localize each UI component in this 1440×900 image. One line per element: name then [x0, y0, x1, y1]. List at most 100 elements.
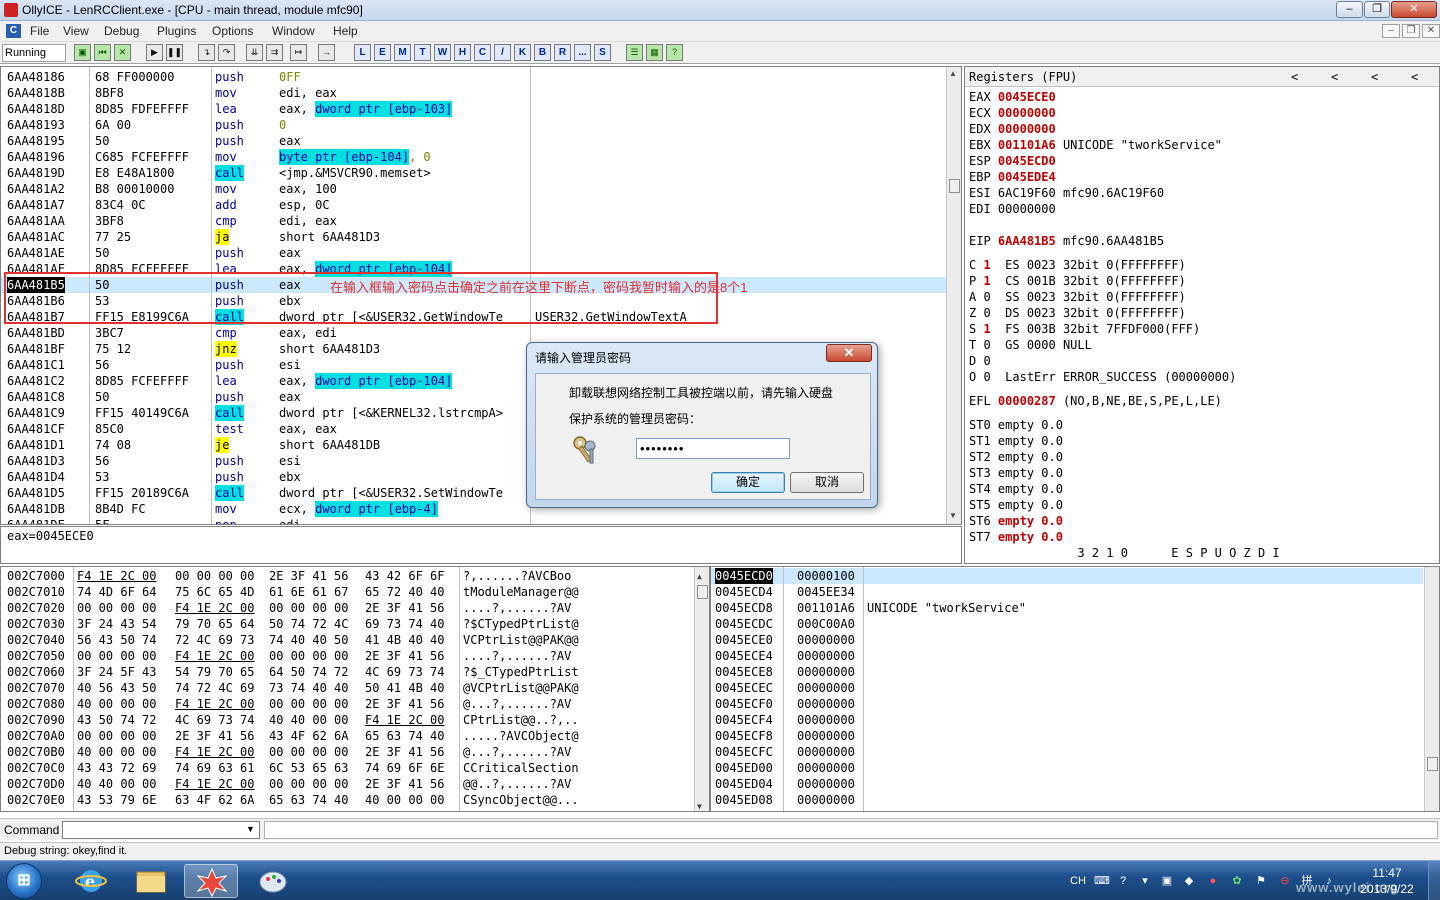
run-icon[interactable]: ▶: [146, 44, 163, 61]
stack-row[interactable]: 0045ECF0 00000000: [711, 696, 1423, 712]
stack-row[interactable]: 0045ED04 00000000: [711, 776, 1423, 792]
disasm-row[interactable]: 6AA4818B 8BF8 mov edi, eax: [1, 85, 947, 101]
mdi-minimize-button[interactable]: –: [1382, 24, 1400, 38]
disasm-row[interactable]: 6AA48193 6A 00 push 0: [1, 117, 947, 133]
scroll-thumb[interactable]: [949, 179, 960, 193]
stack-row[interactable]: 0045ECE0 00000000: [711, 632, 1423, 648]
keyboard-icon[interactable]: ⌨: [1094, 874, 1110, 888]
handles-button[interactable]: H: [454, 44, 471, 61]
stack-row[interactable]: 0045ECD8 001101A6 UNICODE "tworkService": [711, 600, 1423, 616]
stack-pane[interactable]: 0045ECD0 00000100 0045ECD4 0045EE34 0045ECD8…: [710, 566, 1440, 812]
chevron-down-icon[interactable]: ▼: [243, 822, 258, 837]
register-line[interactable]: A 0 SS 0023 32bit 0(FFFFFFFF): [969, 289, 1186, 305]
stack-scrollbar[interactable]: [1424, 567, 1439, 811]
disasm-row[interactable]: 6AA48186 68 FF000000 push 0FF: [1, 69, 947, 85]
goto-icon[interactable]: →: [318, 44, 335, 61]
menu-file[interactable]: File: [30, 24, 49, 38]
prev-view-icon[interactable]: <: [1291, 69, 1298, 85]
register-line[interactable]: ECX 00000000: [969, 105, 1063, 121]
stack-row[interactable]: 0045ECF8 00000000: [711, 728, 1423, 744]
stack-row[interactable]: 0045ECE4 00000000: [711, 648, 1423, 664]
disasm-row[interactable]: 6AA481AA 3BF8 cmp edi, eax: [1, 213, 947, 229]
register-line[interactable]: EDI 00000000: [969, 201, 1063, 217]
stack-row[interactable]: 0045ECDC 000C00A0: [711, 616, 1423, 632]
memory-button[interactable]: M: [394, 44, 411, 61]
taskbar-ie[interactable]: e: [64, 864, 118, 898]
disasm-row[interactable]: 6AA48196 C685 FCFEFFFF mov byte ptr [ebp-10…: [1, 149, 947, 165]
register-line[interactable]: [969, 217, 983, 233]
minimize-button[interactable]: –: [1336, 1, 1363, 18]
stack-row[interactable]: 0045ECF4 00000000: [711, 712, 1423, 728]
threads-button[interactable]: T: [414, 44, 431, 61]
maximize-button[interactable]: ❐: [1364, 1, 1390, 18]
stack-row[interactable]: 0045ECEC 00000000: [711, 680, 1423, 696]
call-stack-button[interactable]: K: [514, 44, 531, 61]
step-into-icon[interactable]: ↴: [198, 44, 215, 61]
ok-button[interactable]: 确定: [711, 472, 785, 493]
network-icon[interactable]: ▣: [1160, 874, 1174, 888]
tray-arrow-icon[interactable]: ▾: [1138, 874, 1152, 888]
register-line[interactable]: ESI 6AC19F60 mfc90.6AC19F60: [969, 185, 1164, 201]
disasm-row[interactable]: 6AA481AC 77 25 ja short 6AA481D3: [1, 229, 947, 245]
fpu-register[interactable]: ST5 empty 0.0: [969, 497, 1063, 513]
register-line[interactable]: ESP 0045ECD0: [969, 153, 1063, 169]
disasm-row[interactable]: 6AA481BD 3BC7 cmp eax, edi: [1, 325, 947, 341]
log-window-button[interactable]: L: [354, 44, 371, 61]
references-button[interactable]: R: [554, 44, 571, 61]
menu-plugins[interactable]: Plugins: [157, 24, 196, 38]
disasm-row[interactable]: 6AA4819D E8 E48A1800 call <jmp.&MSVCR90.mem…: [1, 165, 947, 181]
usb-icon[interactable]: ◆: [1182, 874, 1196, 888]
disasm-row[interactable]: 6AA481DE 5F pop edi: [1, 517, 947, 524]
disasm-row[interactable]: 6AA481AE 50 push eax: [1, 245, 947, 261]
fpu-register[interactable]: ST2 empty 0.0: [969, 449, 1063, 465]
prev-view-icon[interactable]: <: [1371, 69, 1378, 85]
register-line[interactable]: Z 0 DS 0023 32bit 0(FFFFFFFF): [969, 305, 1186, 321]
scroll-up-icon[interactable]: ▲: [697, 569, 702, 585]
scroll-up-icon[interactable]: ▲: [949, 69, 957, 78]
register-line[interactable]: D 0: [969, 353, 1005, 369]
cpu-button[interactable]: C: [474, 44, 491, 61]
prev-view-icon[interactable]: <: [1411, 69, 1418, 85]
register-line[interactable]: P 1 CS 001B 32bit 0(FFFFFFFF): [969, 273, 1186, 289]
language-indicator[interactable]: CH: [1068, 874, 1088, 888]
register-line[interactable]: EBP 0045EDE4: [969, 169, 1063, 185]
scroll-thumb[interactable]: [1427, 757, 1438, 771]
flag-icon[interactable]: ⚑: [1254, 874, 1268, 888]
help-icon[interactable]: ?: [666, 44, 683, 61]
fpu-register[interactable]: ST0 empty 0.0: [969, 417, 1063, 433]
grid-icon[interactable]: ▦: [646, 44, 663, 61]
disasm-row[interactable]: 6AA481A7 83C4 0C add esp, 0C: [1, 197, 947, 213]
help-tray-icon[interactable]: ?: [1116, 874, 1130, 888]
restart-icon[interactable]: ⏮: [94, 44, 111, 61]
fpu-register[interactable]: ST7 empty 0.0: [969, 529, 1063, 545]
mdi-close-button[interactable]: ✕: [1422, 24, 1440, 38]
register-line[interactable]: T 0 GS 0000 NULL: [969, 337, 1092, 353]
step-over-icon[interactable]: ↷: [218, 44, 235, 61]
menu-help[interactable]: Help: [333, 24, 358, 38]
fpu-register[interactable]: ST1 empty 0.0: [969, 433, 1063, 449]
dump-scrollbar[interactable]: ▲ ▼: [694, 567, 709, 811]
registers-pane[interactable]: Registers (FPU) < < < < EAX 0045ECE0 ECX…: [964, 66, 1440, 564]
register-line[interactable]: EFL 00000287 (NO,B,NE,BE,S,PE,L,LE): [969, 393, 1222, 409]
password-field[interactable]: ••••••••: [636, 438, 790, 459]
source-button[interactable]: S: [594, 44, 611, 61]
disassembly-scrollbar[interactable]: ▲ ▼: [946, 67, 961, 524]
stack-row[interactable]: 0045ECE8 00000000: [711, 664, 1423, 680]
trace-over-icon[interactable]: ⇉: [266, 44, 283, 61]
dialog-close-button[interactable]: ✕: [826, 344, 872, 362]
taskbar-paint[interactable]: [246, 864, 300, 898]
security-icon[interactable]: ●: [1206, 874, 1220, 888]
disasm-row[interactable]: 6AA4818D 8D85 FDFEFFFF lea eax, dword ptr […: [1, 101, 947, 117]
patches-button[interactable]: /: [494, 44, 511, 61]
menu-window[interactable]: Window: [272, 24, 315, 38]
stack-row[interactable]: 0045ED00 00000000: [711, 760, 1423, 776]
run-trace-button[interactable]: ...: [574, 44, 591, 61]
stop-icon[interactable]: ⊖: [1278, 874, 1292, 888]
scroll-thumb[interactable]: [697, 585, 708, 599]
register-line[interactable]: 3 2 1 0 E S P U O Z D I: [969, 545, 1279, 561]
menu-options[interactable]: Options: [212, 24, 253, 38]
command-input[interactable]: [62, 821, 260, 839]
tray-app-icon[interactable]: ✿: [1230, 874, 1244, 888]
disasm-row[interactable]: 6AA48195 50 push eax: [1, 133, 947, 149]
modules-button[interactable]: E: [374, 44, 391, 61]
